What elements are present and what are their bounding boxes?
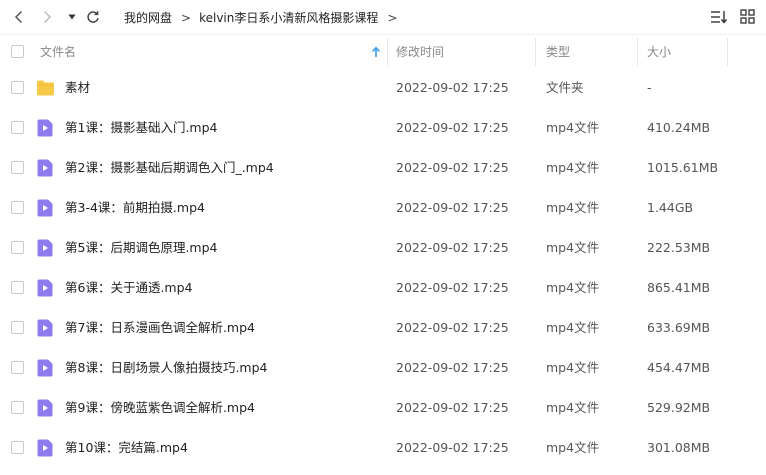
file-type: mp4文件 bbox=[546, 280, 600, 295]
file-size: 301.08MB bbox=[647, 440, 711, 455]
refresh-icon bbox=[87, 11, 99, 23]
file-size: 1.44GB bbox=[647, 200, 694, 215]
file-row[interactable]: 第10课：完结篇.mp4 2022-09-02 17:25 mp4文件 301.08M… bbox=[0, 428, 766, 468]
video-file-icon bbox=[37, 319, 53, 337]
file-type: mp4文件 bbox=[546, 440, 600, 455]
file-modified: 2022-09-02 17:25 bbox=[396, 440, 509, 455]
file-size: - bbox=[647, 80, 652, 95]
folder-icon bbox=[37, 80, 54, 96]
column-divider[interactable] bbox=[727, 38, 728, 66]
video-file-icon bbox=[37, 359, 53, 377]
file-size: 222.53MB bbox=[647, 240, 711, 255]
file-row[interactable]: 第5课：后期调色原理.mp4 2022-09-02 17:25 mp4文件 222.5… bbox=[0, 228, 766, 268]
history-dropdown[interactable] bbox=[66, 8, 78, 26]
column-divider[interactable] bbox=[387, 38, 388, 66]
file-modified: 2022-09-02 17:25 bbox=[396, 120, 509, 135]
file-modified: 2022-09-02 17:25 bbox=[396, 320, 509, 335]
file-name[interactable]: 第7课：日系漫画色调全解析.mp4 bbox=[65, 308, 255, 348]
file-row[interactable]: 素材 2022-09-02 17:25 文件夹 - bbox=[0, 68, 766, 108]
file-row[interactable]: 第1课：摄影基础入门.mp4 2022-09-02 17:25 mp4文件 410.2… bbox=[0, 108, 766, 148]
grid-view-button[interactable] bbox=[740, 9, 755, 27]
refresh-button[interactable] bbox=[85, 8, 101, 26]
video-file-icon bbox=[37, 439, 53, 457]
row-checkbox[interactable] bbox=[11, 321, 24, 334]
file-size: 454.47MB bbox=[647, 360, 711, 375]
file-name[interactable]: 第10课：完结篇.mp4 bbox=[65, 428, 188, 468]
column-header-name[interactable]: 文件名 bbox=[40, 35, 76, 69]
file-type: mp4文件 bbox=[546, 240, 600, 255]
file-modified: 2022-09-02 17:25 bbox=[396, 80, 509, 95]
column-header-size[interactable]: 大小 bbox=[647, 35, 671, 69]
row-checkbox[interactable] bbox=[11, 121, 24, 134]
file-modified: 2022-09-02 17:25 bbox=[396, 240, 509, 255]
file-type: mp4文件 bbox=[546, 400, 600, 415]
file-name[interactable]: 第3-4课：前期拍摄.mp4 bbox=[65, 188, 205, 228]
video-file-icon bbox=[37, 159, 53, 177]
file-row[interactable]: 第3-4课：前期拍摄.mp4 2022-09-02 17:25 mp4文件 1.44G… bbox=[0, 188, 766, 228]
breadcrumb-separator: > bbox=[181, 10, 192, 25]
file-row[interactable]: 第7课：日系漫画色调全解析.mp4 2022-09-02 17:25 mp4文件 63… bbox=[0, 308, 766, 348]
file-size: 865.41MB bbox=[647, 280, 711, 295]
file-size: 529.92MB bbox=[647, 400, 711, 415]
file-modified: 2022-09-02 17:25 bbox=[396, 280, 509, 295]
file-row[interactable]: 第2课：摄影基础后期调色入门_.mp4 2022-09-02 17:25 mp4文件… bbox=[0, 148, 766, 188]
file-name[interactable]: 素材 bbox=[65, 68, 90, 108]
column-header-type[interactable]: 类型 bbox=[546, 35, 570, 69]
file-type: mp4文件 bbox=[546, 320, 600, 335]
row-checkbox[interactable] bbox=[11, 401, 24, 414]
file-modified: 2022-09-02 17:25 bbox=[396, 360, 509, 375]
grid-view-icon bbox=[740, 9, 755, 24]
breadcrumb-separator: > bbox=[387, 10, 398, 25]
column-divider[interactable] bbox=[535, 38, 536, 66]
breadcrumb-item-root[interactable]: 我的网盘 bbox=[124, 9, 172, 26]
file-name[interactable]: 第2课：摄影基础后期调色入门_.mp4 bbox=[65, 148, 274, 188]
file-row[interactable]: 第9课：傍晚蓝紫色调全解析.mp4 2022-09-02 17:25 mp4文件 52… bbox=[0, 388, 766, 428]
toolbar: 我的网盘 > kelvin李日系小清新风格摄影课程 > bbox=[0, 0, 766, 34]
back-button[interactable] bbox=[12, 8, 26, 26]
row-checkbox[interactable] bbox=[11, 441, 24, 454]
sort-icon bbox=[711, 11, 728, 24]
video-file-icon bbox=[37, 279, 53, 297]
file-list-header: 文件名 修改时间 类型 大小 bbox=[0, 34, 766, 68]
file-type: mp4文件 bbox=[546, 360, 600, 375]
file-name[interactable]: 第5课：后期调色原理.mp4 bbox=[65, 228, 218, 268]
video-file-icon bbox=[37, 239, 53, 257]
arrow-up-icon[interactable] bbox=[371, 46, 381, 58]
file-row[interactable]: 第6课：关于通透.mp4 2022-09-02 17:25 mp4文件 865.41M… bbox=[0, 268, 766, 308]
row-checkbox[interactable] bbox=[11, 281, 24, 294]
video-file-icon bbox=[37, 399, 53, 417]
caret-down-icon bbox=[68, 14, 76, 20]
file-type: mp4文件 bbox=[546, 120, 600, 135]
column-header-modified[interactable]: 修改时间 bbox=[396, 35, 444, 69]
breadcrumb-item-current[interactable]: kelvin李日系小清新风格摄影课程 bbox=[199, 9, 378, 26]
sort-menu-button[interactable] bbox=[710, 9, 728, 28]
file-name[interactable]: 第6课：关于通透.mp4 bbox=[65, 268, 193, 308]
row-checkbox[interactable] bbox=[11, 81, 24, 94]
file-size: 1015.61MB bbox=[647, 160, 719, 175]
column-divider[interactable] bbox=[637, 38, 638, 66]
file-row[interactable]: 第8课：日剧场景人像拍摄技巧.mp4 2022-09-02 17:25 mp4文件 4… bbox=[0, 348, 766, 388]
forward-button[interactable] bbox=[40, 8, 54, 26]
file-modified: 2022-09-02 17:25 bbox=[396, 160, 509, 175]
file-modified: 2022-09-02 17:25 bbox=[396, 400, 509, 415]
file-size: 410.24MB bbox=[647, 120, 711, 135]
file-modified: 2022-09-02 17:25 bbox=[396, 200, 509, 215]
video-file-icon bbox=[37, 119, 53, 137]
file-type: mp4文件 bbox=[546, 200, 600, 215]
video-file-icon bbox=[37, 199, 53, 217]
file-name[interactable]: 第9课：傍晚蓝紫色调全解析.mp4 bbox=[65, 388, 255, 428]
row-checkbox[interactable] bbox=[11, 161, 24, 174]
breadcrumb: 我的网盘 > kelvin李日系小清新风格摄影课程 > bbox=[124, 9, 405, 26]
row-checkbox[interactable] bbox=[11, 201, 24, 214]
row-checkbox[interactable] bbox=[11, 361, 24, 374]
file-name[interactable]: 第1课：摄影基础入门.mp4 bbox=[65, 108, 218, 148]
file-type: 文件夹 bbox=[546, 80, 584, 95]
chevron-left-icon bbox=[14, 10, 23, 24]
chevron-right-icon bbox=[43, 10, 52, 24]
file-size: 633.69MB bbox=[647, 320, 711, 335]
file-name[interactable]: 第8课：日剧场景人像拍摄技巧.mp4 bbox=[65, 348, 268, 388]
row-checkbox[interactable] bbox=[11, 241, 24, 254]
select-all-checkbox[interactable] bbox=[11, 45, 24, 58]
file-type: mp4文件 bbox=[546, 160, 600, 175]
